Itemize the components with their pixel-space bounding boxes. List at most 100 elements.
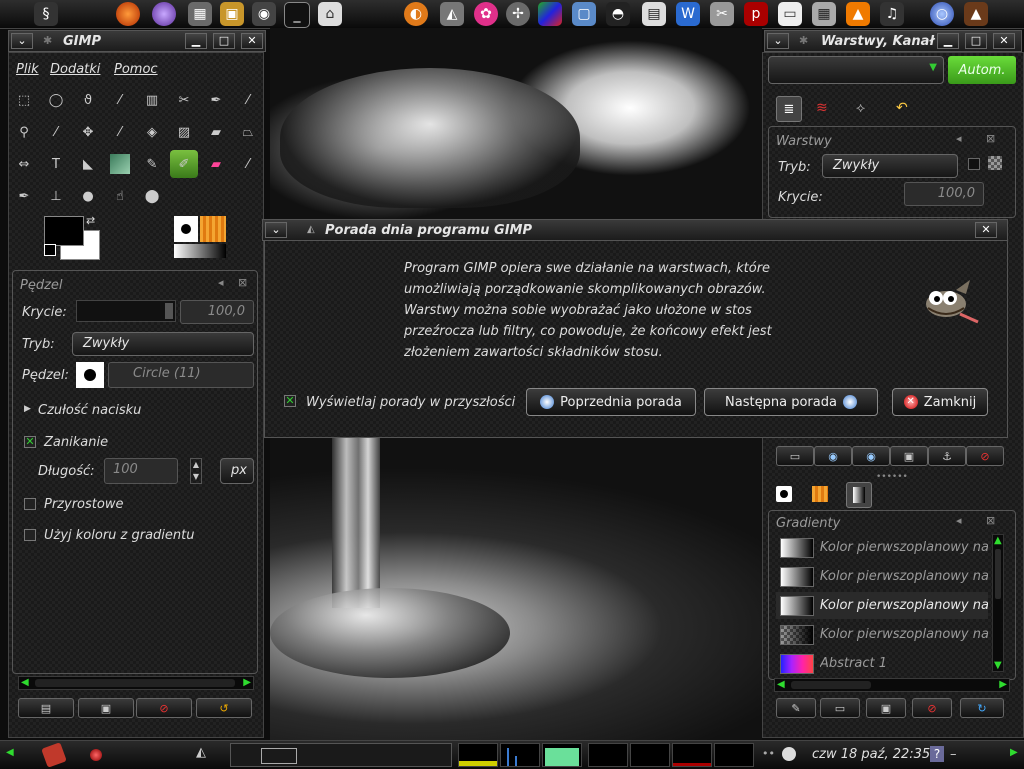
minimize-button[interactable]: ▁ <box>185 33 207 49</box>
save-options-button[interactable]: ▤ <box>18 698 74 718</box>
move-icon[interactable]: ✥ <box>78 122 98 142</box>
new-layer-button[interactable]: ▭ <box>776 446 814 466</box>
screenshot-icon[interactable]: ▢ <box>572 2 596 26</box>
show-tips-label[interactable]: Wyświetlaj porady w przyszłości <box>306 395 515 410</box>
orb-icon[interactable] <box>152 2 176 26</box>
terminal-icon[interactable]: _ <box>284 2 310 28</box>
tab-grip-icon[interactable]: •••••• <box>876 472 908 482</box>
brush-preview[interactable] <box>76 362 104 388</box>
brush-indicator[interactable] <box>174 216 198 242</box>
restore-options-button[interactable]: ▣ <box>78 698 134 718</box>
airbrush-icon[interactable]: ⁄ <box>238 154 258 174</box>
measure-icon[interactable]: ⁄ <box>46 122 66 142</box>
opacity-slider[interactable] <box>76 300 176 322</box>
color-select-icon[interactable]: ▥ <box>142 90 162 110</box>
dodge-burn-icon[interactable]: ⬤ <box>142 186 162 206</box>
scroll-left-icon[interactable]: ◀ <box>21 677 29 688</box>
opacity-field[interactable]: 100,0 <box>180 300 254 324</box>
layers-close-tab-icon[interactable]: ⊠ <box>986 132 995 145</box>
unit-combo[interactable]: px <box>220 458 254 484</box>
scroll-up-icon[interactable]: ▲ <box>994 535 1002 546</box>
writer-icon[interactable]: W <box>676 2 700 26</box>
rect-select-icon[interactable]: ⬚ <box>14 90 34 110</box>
gradients-hscroll[interactable]: ◀ ▶ <box>774 678 1010 692</box>
delete-layer-button[interactable]: ⊘ <box>966 446 1004 466</box>
layers-opacity-field[interactable]: 100,0 <box>904 182 984 206</box>
firefox-icon[interactable] <box>116 2 140 26</box>
gradient-color-label[interactable]: Użyj koloru z gradientu <box>44 528 195 543</box>
scissors-icon[interactable]: ✂ <box>710 2 734 26</box>
patterns-tab-icon[interactable] <box>812 486 828 502</box>
scroll-right-icon[interactable]: ▶ <box>243 677 251 688</box>
dialog-close-button[interactable]: ✕ <box>975 222 997 238</box>
panel-left-arrow-icon[interactable]: ◀ <box>6 747 14 758</box>
scroll-right-icon[interactable]: ▶ <box>999 679 1007 690</box>
paths-icon[interactable]: ✒ <box>206 90 226 110</box>
gradients-vscroll[interactable]: ▲ ▼ <box>992 534 1004 672</box>
magic-wand-icon[interactable]: ⁄ <box>110 90 130 110</box>
close-tip-button[interactable]: ✕ Zamknij <box>892 388 988 416</box>
image-combo[interactable]: ▼ <box>768 56 944 84</box>
show-tips-checkbox[interactable]: ✕ <box>284 395 296 407</box>
pdf-icon[interactable]: p <box>744 2 768 26</box>
compass-icon[interactable]: ✢ <box>506 2 530 26</box>
auto-button[interactable]: Autom. <box>948 56 1016 84</box>
lower-layer-button[interactable]: ◉ <box>852 446 890 466</box>
dialog-titlebar[interactable]: ⌄ ◭ Porada dnia programu GIMP ✕ <box>262 219 1008 241</box>
toolbox-titlebar[interactable]: ⌄ ✱ GIMP ▁ □ ✕ <box>8 30 266 52</box>
layers-minimize-button[interactable]: ▁ <box>937 33 959 49</box>
menu-pomoc[interactable]: Pomoc <box>114 62 158 77</box>
layers-mode-combo[interactable]: Zwykły <box>822 154 958 178</box>
lasso-icon[interactable]: ϑ <box>78 90 98 110</box>
gradient-item[interactable]: Kolor pierwszoplanowy na <box>776 621 988 648</box>
delete-gradient-button[interactable]: ⊘ <box>912 698 952 718</box>
pressure-label[interactable]: Czułość nacisku <box>38 403 141 418</box>
layers-window-menu-button[interactable]: ⌄ <box>767 33 789 49</box>
brush-name-field[interactable]: Circle (11) <box>108 362 254 388</box>
gradients-close-tab-icon[interactable]: ⊠ <box>986 514 995 527</box>
pattern-indicator[interactable] <box>200 216 226 242</box>
record-icon[interactable] <box>90 749 102 761</box>
window-menu-button[interactable]: ⌄ <box>11 33 33 49</box>
edit-gradient-button[interactable]: ✎ <box>776 698 816 718</box>
clock[interactable]: czw 18 paź, 22:35 <box>812 747 930 762</box>
rotate-icon[interactable]: ◈ <box>142 122 162 142</box>
show-desktop-icon[interactable] <box>41 742 67 768</box>
scissors-select-icon[interactable]: ✂ <box>174 90 194 110</box>
raise-layer-button[interactable]: ◉ <box>814 446 852 466</box>
reset-options-button[interactable]: ↺ <box>196 698 252 718</box>
channels-tab-icon[interactable]: ≋ <box>816 100 828 116</box>
mode-combo[interactable]: Zwykły <box>72 332 254 356</box>
gradient-item-selected[interactable]: Kolor pierwszoplanowy na <box>776 592 988 619</box>
blend-icon[interactable] <box>110 154 130 174</box>
length-spin-button[interactable]: ▲ ▼ <box>190 458 202 484</box>
layers-maximize-button[interactable]: □ <box>965 33 987 49</box>
shear-icon[interactable]: ▰ <box>206 122 226 142</box>
layers-configure-icon[interactable]: ◂ <box>956 132 962 145</box>
layers-close-button[interactable]: ✕ <box>993 33 1015 49</box>
configure-tab-icon[interactable]: ◂ <box>218 276 224 289</box>
perspective-icon[interactable]: ⏢ <box>238 122 258 142</box>
paths-tab-icon[interactable]: ⟡ <box>856 100 865 116</box>
flip-icon[interactable]: ⇔ <box>14 154 34 174</box>
gradient-item[interactable]: Kolor pierwszoplanowy na <box>776 534 988 561</box>
headphones-icon[interactable]: ♫ <box>880 2 904 26</box>
paintbrush-icon[interactable]: ✐ <box>170 150 198 178</box>
tux-icon[interactable]: ◓ <box>606 2 630 26</box>
bucket-fill-icon[interactable]: ◣ <box>78 154 98 174</box>
layers-titlebar[interactable]: ⌄ ✱ Warstwy, Kanał ▁ □ ✕ <box>764 30 1022 52</box>
length-field[interactable]: 100 <box>104 458 178 484</box>
menu-dodatki[interactable]: Dodatki <box>50 62 100 77</box>
document-icon[interactable]: ▭ <box>778 2 802 26</box>
wizard-icon[interactable]: ▲ <box>964 2 988 26</box>
gradients-configure-icon[interactable]: ◂ <box>956 514 962 527</box>
gradient-item[interactable]: Abstract 1 <box>776 650 988 677</box>
home-icon[interactable]: ⌂ <box>318 2 342 26</box>
clone-icon[interactable]: ⊥ <box>46 186 66 206</box>
panel-right-arrow-icon[interactable]: ▶ <box>1010 747 1018 758</box>
calculator-icon[interactable]: ▦ <box>812 2 836 26</box>
eraser-icon[interactable]: ▰ <box>206 154 226 174</box>
next-tip-button[interactable]: Następna porada <box>704 388 878 416</box>
duplicate-gradient-button[interactable]: ▣ <box>866 698 906 718</box>
swap-colors-icon[interactable]: ⇄ <box>86 214 95 227</box>
